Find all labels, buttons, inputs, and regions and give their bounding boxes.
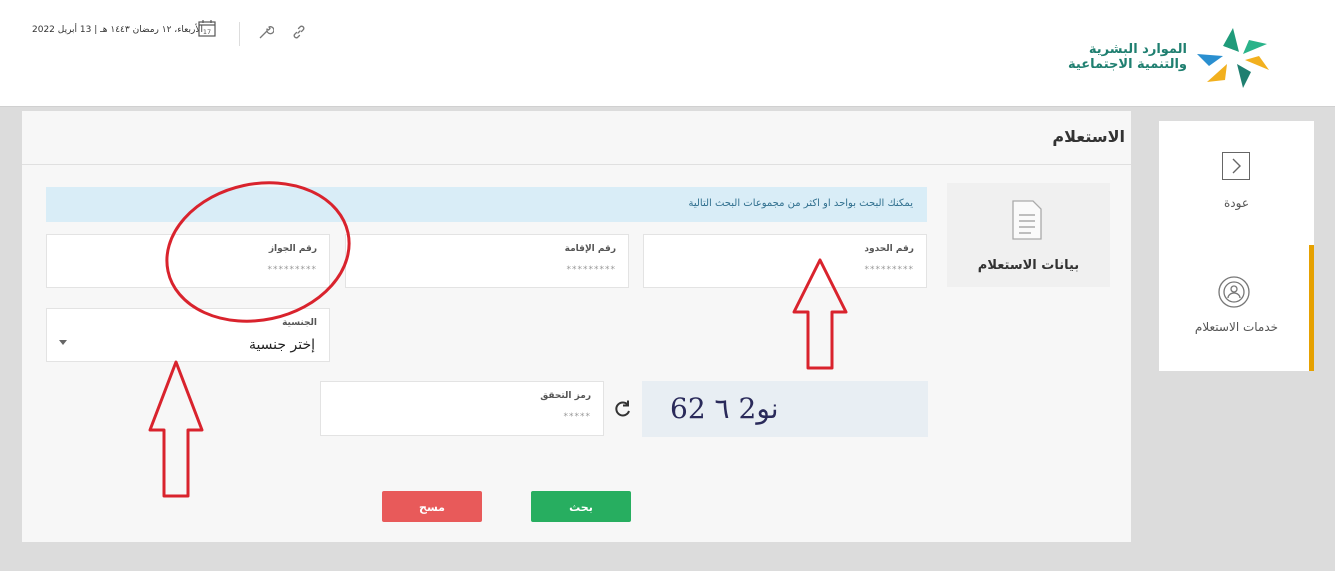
header-divider — [239, 22, 240, 46]
sidebar-item-back[interactable]: عودة — [1159, 196, 1314, 210]
border-number-field[interactable]: رقم الحدود ********* — [643, 234, 927, 288]
ministry-logo-icon — [1197, 28, 1269, 88]
tab-inquiry-data-label: بيانات الاستعلام — [977, 258, 1080, 273]
border-number-label: رقم الحدود — [864, 244, 914, 254]
iqama-number-label: رقم الإقامة — [564, 244, 616, 254]
iqama-number-placeholder: ********* — [566, 265, 616, 275]
page-title: الاستعلام — [1052, 127, 1125, 146]
signal-user-icon[interactable] — [1217, 275, 1251, 309]
info-banner-text: يمكنك البحث بواحد او اكثر من مجموعات الب… — [688, 198, 913, 209]
nationality-selected-value: إختر جنسية — [248, 337, 315, 353]
dropdown-caret-icon — [59, 340, 67, 345]
title-bar — [22, 111, 1131, 165]
iqama-number-field[interactable]: رقم الإقامة ********* — [345, 234, 629, 288]
logo-line-2: والتنمية الاجتماعية — [1068, 57, 1187, 72]
captcha-placeholder: ***** — [563, 412, 591, 422]
ministry-logo-text: الموارد البشرية والتنمية الاجتماعية — [1068, 42, 1187, 72]
logo-line-1: الموارد البشرية — [1088, 42, 1187, 57]
nationality-select[interactable]: الجنسية إختر جنسية — [46, 308, 330, 362]
passport-number-field[interactable]: رقم الجواز ********* — [46, 234, 330, 288]
nationality-label: الجنسية — [282, 318, 317, 328]
date-display: الأربعاء، ١٢ رمضان ١٤٤٣ هـ | 13 أبريل 20… — [32, 25, 204, 35]
active-indicator — [1309, 245, 1314, 371]
captcha-text: 62 نو2 ٦ — [670, 392, 779, 425]
chevron-right-icon[interactable] — [1222, 152, 1250, 180]
refresh-icon[interactable] — [613, 399, 633, 419]
captcha-input[interactable]: رمز التحقق ***** — [320, 381, 604, 436]
passport-number-label: رقم الجواز — [268, 244, 317, 254]
calendar-icon: 17 — [198, 20, 216, 37]
sidebar-item-inquiry-services[interactable]: خدمات الاستعلام — [1159, 320, 1314, 334]
border-number-placeholder: ********* — [864, 265, 914, 275]
wrench-icon[interactable] — [258, 24, 274, 40]
clear-button[interactable]: مسح — [382, 491, 482, 522]
passport-number-placeholder: ********* — [267, 265, 317, 275]
calendar-day: 17 — [203, 28, 211, 36]
search-button[interactable]: بحث — [531, 491, 631, 522]
document-icon — [1012, 200, 1042, 240]
captcha-label: رمز التحقق — [540, 391, 591, 401]
link-icon[interactable] — [291, 24, 307, 40]
